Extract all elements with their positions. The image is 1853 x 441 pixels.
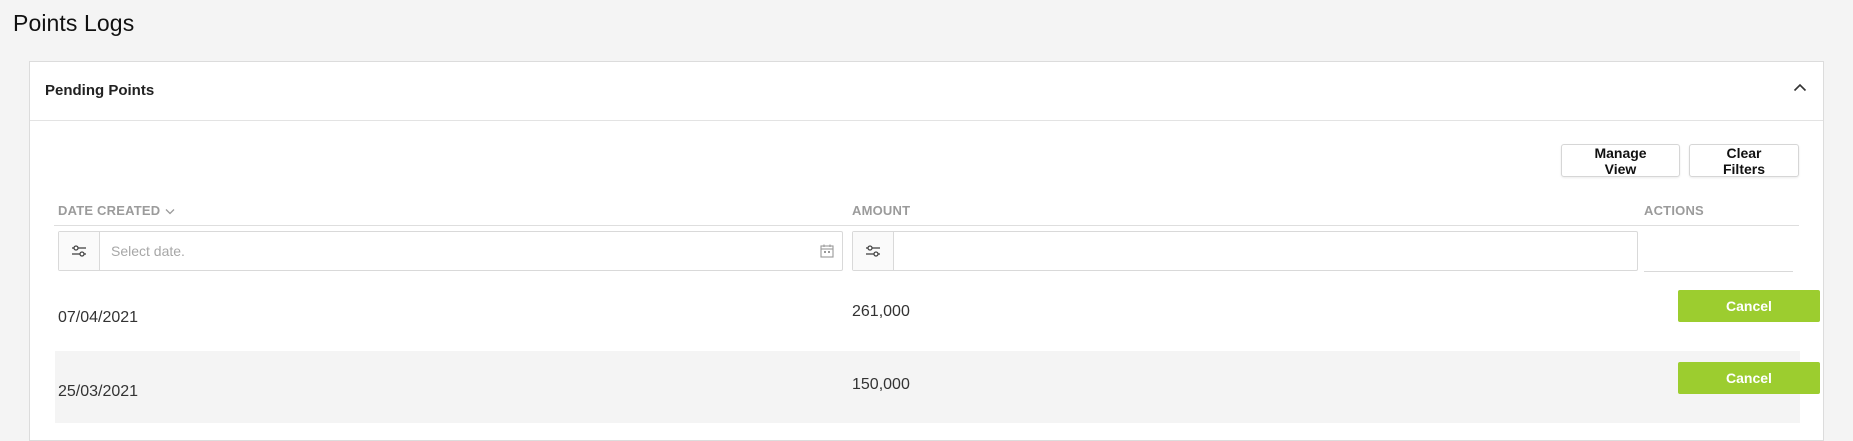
panel-title: Pending Points bbox=[45, 82, 155, 99]
pending-points-panel: Pending Points Manage View Clear Filters… bbox=[29, 61, 1824, 441]
chevron-down-icon[interactable] bbox=[165, 203, 175, 218]
amount-filter bbox=[852, 231, 1638, 271]
sliders-icon[interactable] bbox=[59, 232, 100, 270]
clear-filters-button[interactable]: Clear Filters bbox=[1689, 144, 1799, 177]
chevron-up-icon[interactable] bbox=[1791, 78, 1809, 96]
table-toolbar: Manage View Clear Filters bbox=[1561, 144, 1799, 177]
header-divider bbox=[54, 225, 1799, 226]
date-cell: 25/03/2021 bbox=[58, 383, 139, 400]
cancel-button[interactable]: Cancel bbox=[1678, 362, 1820, 394]
column-header-label: ACTIONS bbox=[1644, 203, 1704, 218]
table-row: 07/04/2021 261,000 Cancel bbox=[55, 279, 1820, 351]
amount-filter-input[interactable] bbox=[894, 232, 1637, 270]
date-filter bbox=[58, 231, 843, 271]
panel-header[interactable]: Pending Points bbox=[30, 62, 1823, 121]
column-header-actions: ACTIONS bbox=[1644, 203, 1704, 218]
calendar-icon[interactable] bbox=[812, 232, 842, 270]
page-title: Points Logs bbox=[13, 10, 135, 36]
amount-cell: 150,000 bbox=[852, 376, 910, 393]
date-filter-input[interactable] bbox=[100, 232, 812, 270]
manage-view-button[interactable]: Manage View bbox=[1561, 144, 1680, 177]
amount-cell: 261,000 bbox=[852, 303, 910, 320]
actions-filter-underline bbox=[1644, 271, 1793, 272]
table-row: 25/03/2021 150,000 Cancel bbox=[55, 351, 1820, 423]
column-header-label: DATE CREATED bbox=[58, 203, 161, 218]
date-cell: 07/04/2021 bbox=[58, 309, 139, 326]
cancel-button[interactable]: Cancel bbox=[1678, 290, 1820, 322]
column-header-label: AMOUNT bbox=[852, 203, 911, 218]
sliders-icon[interactable] bbox=[853, 232, 894, 270]
column-header-amount[interactable]: AMOUNT bbox=[852, 203, 910, 218]
column-header-date-created[interactable]: DATE CREATED bbox=[58, 203, 175, 218]
